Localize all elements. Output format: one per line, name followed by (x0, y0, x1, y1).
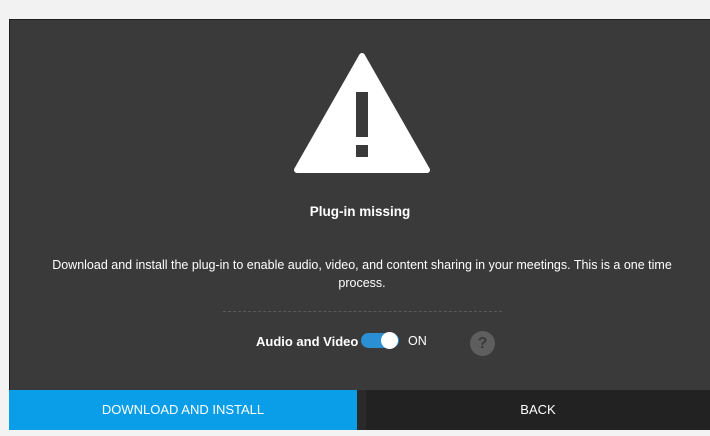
warning-triangle-icon (294, 53, 430, 173)
dialog-description: Download and install the plug-in to enab… (52, 258, 672, 290)
top-strip (0, 0, 710, 19)
toggle-state-label: ON (408, 334, 427, 348)
dashed-divider (223, 311, 502, 312)
download-install-button[interactable]: DOWNLOAD AND INSTALL (9, 390, 357, 430)
back-button[interactable]: BACK (366, 390, 710, 430)
dialog-title: Plug-in missing (309, 204, 411, 219)
bottom-strip (0, 430, 710, 436)
audio-video-label: Audio and Video (256, 334, 359, 349)
left-edge (0, 19, 9, 436)
question-mark-icon[interactable]: ? (470, 331, 495, 356)
button-gap (357, 390, 366, 430)
toggle-knob (381, 332, 398, 349)
audio-video-toggle[interactable] (361, 332, 399, 349)
